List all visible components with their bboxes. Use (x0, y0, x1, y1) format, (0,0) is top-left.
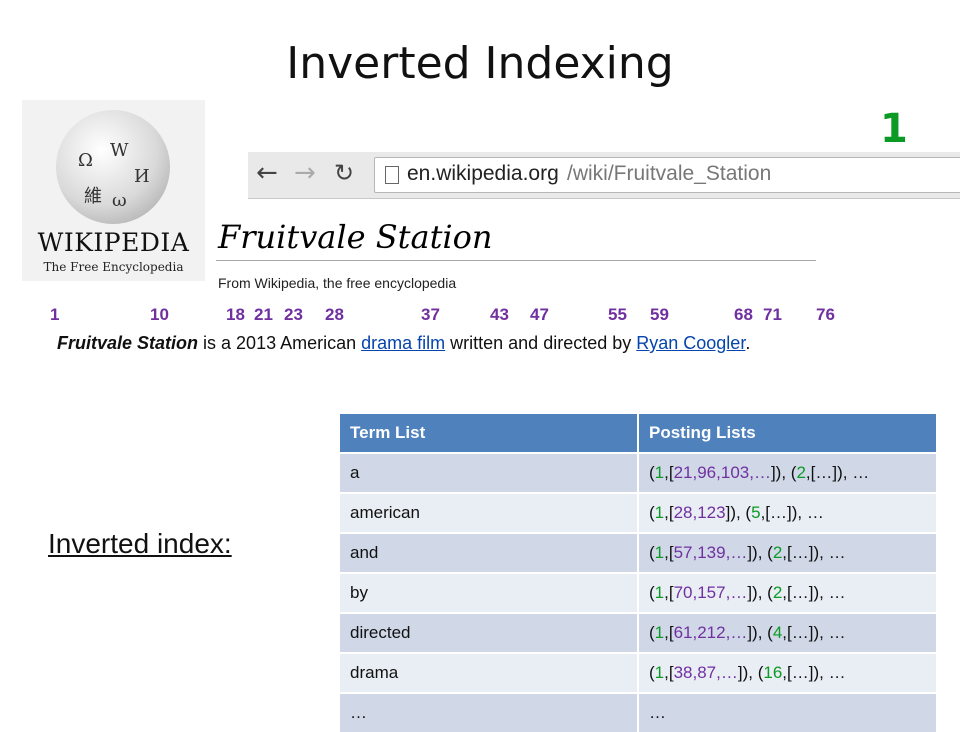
inverted-index-table: Term List Posting Lists a (1,[21,96,103,… (340, 414, 936, 732)
positions: … (791, 623, 809, 642)
url-domain: en.wikipedia.org (407, 162, 559, 185)
position-label: 37 (421, 305, 440, 324)
term-cell: … (340, 692, 639, 732)
doc-id: 1 (654, 463, 665, 482)
positions: … (791, 663, 809, 682)
doc-id: 2 (772, 543, 783, 562)
posting-cell: (1,[21,96,103,…]), (2,[…]), … (638, 452, 936, 493)
logo-glyph: 維 (84, 186, 102, 207)
drama-film-link[interactable]: drama film (361, 333, 445, 353)
wikipedia-logo: Ω W И 維 ω WIKIPEDIA The Free Encyclopedi… (22, 100, 205, 281)
term-cell: drama (340, 652, 639, 693)
term-cell: and (340, 532, 639, 573)
position-label: 47 (530, 305, 549, 324)
doc-id: 2 (796, 463, 806, 482)
positions: … (791, 583, 809, 602)
table-row: … … (340, 692, 936, 732)
ryan-coogler-link[interactable]: Ryan Coogler (636, 333, 745, 353)
posting-tail: , … (797, 503, 824, 522)
posting-tail: , … (819, 663, 846, 682)
term-cell: by (340, 572, 639, 613)
table-row: drama (1,[38,87,…]), (16,[…]), … (340, 652, 936, 693)
position-label: 55 (608, 305, 627, 324)
position-label: 71 (763, 305, 782, 324)
positions: 70,157,… (673, 583, 748, 602)
position-label: 59 (650, 305, 669, 324)
position-label: 10 (150, 305, 169, 324)
position-label: 43 (490, 305, 509, 324)
position-label: 23 (284, 305, 303, 324)
posting-cell: (1,[70,157,…]), (2,[…]), … (638, 572, 936, 613)
doc-id: 1 (654, 663, 665, 682)
doc-id: 1 (654, 503, 665, 522)
positions: 61,212,… (673, 623, 748, 642)
position-label: 18 (226, 305, 245, 324)
doc-id: 16 (763, 663, 783, 682)
address-bar[interactable]: en.wikipedia.org /wiki/Fruitvale_Station (374, 157, 960, 193)
posting-tail: , … (842, 463, 870, 482)
posting-cell: (1,[61,212,…]), (4,[…]), … (638, 612, 936, 653)
doc-id: 1 (654, 623, 665, 642)
logo-glyph: Ω (78, 150, 93, 171)
url-path: /wiki/Fruitvale_Station (567, 162, 772, 185)
article-subject: Fruitvale Station (57, 333, 199, 353)
page-icon (385, 166, 399, 184)
term-cell: a (340, 452, 639, 493)
position-label: 21 (254, 305, 273, 324)
positions: 38,87,… (673, 663, 738, 682)
slide-title: Inverted Indexing (286, 38, 674, 89)
posting-cell: … (638, 692, 936, 732)
doc-id: 1 (654, 583, 665, 602)
article-source-line: From Wikipedia, the free encyclopedia (218, 275, 457, 291)
forward-arrow-icon[interactable]: → (294, 158, 316, 188)
reload-icon[interactable]: ↻ (334, 158, 354, 188)
title-divider (216, 260, 816, 261)
positions: … (791, 543, 809, 562)
position-label: 1 (50, 305, 60, 324)
posting-cell: (1,[57,139,…]), (2,[…]), … (638, 532, 936, 573)
term-cell: directed (340, 612, 639, 653)
logo-glyph: И (134, 166, 150, 187)
back-arrow-icon[interactable]: ← (256, 158, 278, 188)
posting-tail: , … (819, 623, 846, 642)
sentence-text: . (745, 333, 751, 353)
positions: 21,96,103,… (673, 463, 771, 482)
table-header-row: Term List Posting Lists (340, 414, 936, 453)
logo-glyph: W (110, 140, 129, 161)
table-row: and (1,[57,139,…]), (2,[…]), … (340, 532, 936, 573)
header-posting-lists: Posting Lists (638, 414, 936, 453)
logo-tagline: The Free Encyclopedia (43, 260, 184, 274)
posting-cell: (1,[38,87,…]), (16,[…]), … (638, 652, 936, 693)
document-id: 1 (880, 106, 908, 152)
positions: 57,139,… (673, 543, 748, 562)
puzzle-globe-icon: Ω W И 維 ω (56, 110, 170, 224)
logo-wordmark: WIKIPEDIA (37, 228, 190, 257)
table-row: american (1,[28,123]), (5,[…]), … (340, 492, 936, 533)
article-first-sentence: Fruitvale Station is a 2013 American dra… (57, 333, 750, 354)
position-label: 28 (325, 305, 344, 324)
table-row: by (1,[70,157,…]), (2,[…]), … (340, 572, 936, 613)
logo-glyph: ω (112, 190, 127, 211)
positions: … (815, 463, 833, 482)
positions: 28,123 (673, 503, 726, 522)
browser-toolbar: ← → ↻ en.wikipedia.org /wiki/Fruitvale_S… (248, 152, 960, 199)
posting-tail: , … (819, 543, 846, 562)
doc-id: 4 (772, 623, 783, 642)
doc-id: 1 (654, 543, 665, 562)
positions: … (770, 503, 788, 522)
sentence-text: is a 2013 American (198, 333, 362, 353)
inverted-index-label: Inverted index: (48, 528, 232, 559)
position-label: 76 (816, 305, 835, 324)
term-cell: american (340, 492, 639, 533)
article-title: Fruitvale Station (218, 218, 493, 256)
table-row: a (1,[21,96,103,…]), (2,[…]), … (340, 452, 936, 493)
table-row: directed (1,[61,212,…]), (4,[…]), … (340, 612, 936, 653)
posting-tail: , … (819, 583, 846, 602)
posting-cell: (1,[28,123]), (5,[…]), … (638, 492, 936, 533)
doc-id: 2 (772, 583, 783, 602)
position-label: 68 (734, 305, 753, 324)
sentence-text: written and directed by (445, 333, 637, 353)
doc-id: 5 (751, 503, 761, 522)
header-term-list: Term List (340, 414, 639, 453)
